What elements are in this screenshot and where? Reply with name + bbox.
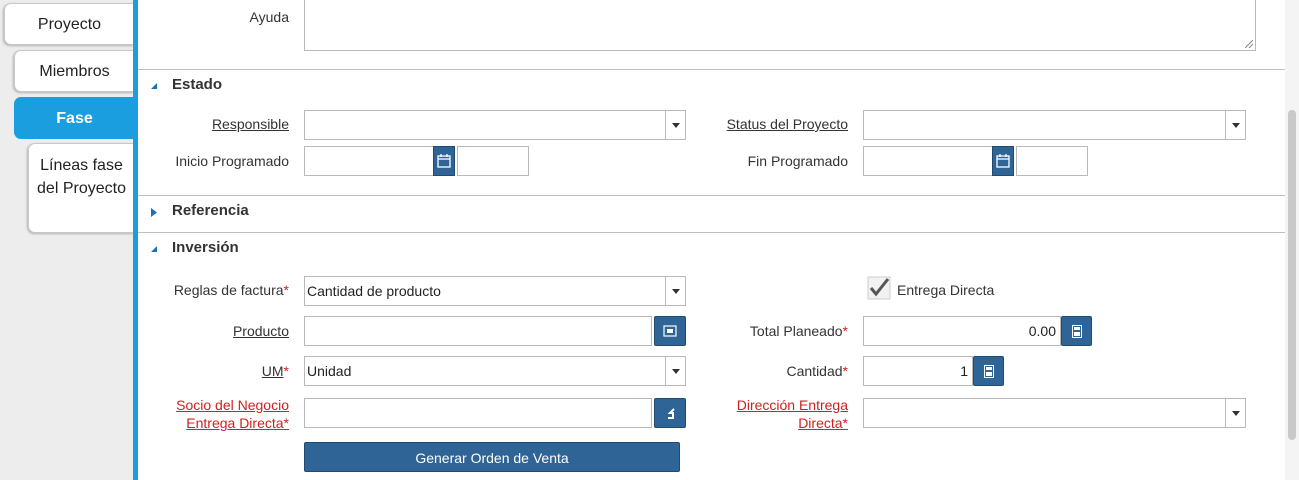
required-marker: *	[283, 282, 289, 298]
cantidad-label: Cantidad*	[698, 363, 849, 379]
label-line-1: Socio del Negocio	[176, 397, 289, 413]
entrega-directa-checkbox[interactable]	[867, 276, 891, 300]
label-line-2: Directa	[798, 415, 843, 431]
cantidad-input[interactable]: 1	[863, 356, 973, 386]
total-planeado-calculator-button[interactable]	[1061, 316, 1092, 346]
direccion-entrega-select[interactable]	[863, 398, 1246, 428]
calendar-icon	[996, 154, 1010, 168]
required-marker: *	[283, 363, 289, 379]
collapse-triangle-icon	[151, 246, 157, 252]
label-line-2: Entrega Directa	[186, 415, 284, 431]
status-proyecto-select[interactable]	[863, 110, 1246, 140]
total-planeado-label: Total Planeado*	[698, 323, 848, 339]
fin-time-input[interactable]	[1016, 146, 1088, 176]
inicio-time-input[interactable]	[457, 146, 529, 176]
label-line-1: Dirección Entrega	[736, 397, 848, 413]
socio-negocio-label[interactable]: Socio del Negocio Entrega Directa*	[138, 396, 289, 432]
tab-label: Proyecto	[37, 16, 102, 33]
fin-programado-label: Fin Programado	[747, 153, 848, 169]
label-text: Reglas de factura	[173, 282, 284, 298]
expand-triangle-icon	[151, 208, 157, 217]
um-label: UM*	[138, 363, 289, 379]
inicio-programado-label: Inicio Programado	[175, 153, 289, 169]
cantidad-calculator-button[interactable]	[973, 356, 1004, 386]
section-divider	[138, 232, 1285, 233]
collapse-triangle-icon	[151, 83, 157, 89]
producto-search-button[interactable]	[654, 316, 686, 346]
producto-label[interactable]: Producto	[138, 323, 289, 339]
inicio-calendar-button[interactable]	[433, 146, 455, 176]
chevron-down-icon[interactable]	[665, 111, 685, 139]
select-value: Cantidad de producto	[307, 283, 441, 299]
reglas-factura-label: Reglas de factura*	[138, 282, 289, 298]
checkmark-icon	[867, 276, 891, 300]
ayuda-label: Ayuda	[249, 9, 289, 25]
required-marker: *	[283, 415, 289, 431]
section-divider	[138, 69, 1285, 70]
tab-label: Fase	[56, 110, 93, 127]
producto-input[interactable]	[304, 316, 652, 346]
form-panel: Ayuda Estado Responsible Status del Proy…	[138, 0, 1285, 480]
resize-grip-icon[interactable]	[1245, 40, 1253, 48]
required-marker: *	[842, 323, 848, 339]
label-text: Cantidad	[786, 363, 843, 379]
scrollbar-thumb[interactable]	[1288, 110, 1296, 440]
label-text[interactable]: UM	[262, 363, 284, 379]
direccion-entrega-label[interactable]: Dirección Entrega Directa*	[698, 396, 848, 432]
section-inversion-title: Inversión	[172, 239, 239, 256]
generar-orden-venta-button[interactable]: Generar Orden de Venta	[304, 442, 680, 472]
fin-date-input[interactable]	[863, 146, 993, 176]
chevron-down-icon[interactable]	[665, 277, 685, 305]
chevron-down-icon[interactable]	[1225, 111, 1245, 139]
um-select[interactable]: Unidad	[304, 356, 686, 386]
select-value: Unidad	[307, 363, 352, 379]
status-proyecto-label[interactable]: Status del Proyecto	[698, 116, 848, 132]
responsible-select[interactable]	[304, 110, 686, 140]
calculator-icon	[1071, 324, 1082, 338]
undo-arrow-icon	[667, 408, 675, 419]
tab-label: Miembros	[39, 63, 110, 80]
tab-strip: Proyecto Miembros Fase Líneas fase del P…	[0, 0, 138, 480]
vertical-scrollbar[interactable]	[1285, 0, 1299, 480]
tab-lineas-fase[interactable]: Líneas fase del Proyecto	[28, 143, 134, 233]
calculator-icon	[983, 364, 994, 378]
required-marker: *	[842, 415, 848, 431]
calendar-icon	[437, 154, 451, 168]
total-planeado-input[interactable]: 0.00	[863, 316, 1061, 346]
reglas-factura-select[interactable]: Cantidad de producto	[304, 276, 686, 306]
socio-negocio-search-button[interactable]	[654, 398, 686, 428]
product-lookup-icon	[663, 325, 677, 337]
tab-fase[interactable]: Fase	[14, 97, 134, 139]
entrega-directa-label: Entrega Directa	[897, 282, 995, 298]
responsible-label[interactable]: Responsible	[138, 116, 289, 132]
section-divider	[138, 195, 1285, 196]
chevron-down-icon[interactable]	[665, 357, 685, 385]
required-marker: *	[842, 363, 848, 379]
ayuda-textarea[interactable]	[304, 0, 1256, 51]
section-estado-title: Estado	[172, 76, 223, 93]
socio-negocio-input[interactable]	[304, 398, 652, 428]
fin-calendar-button[interactable]	[992, 146, 1014, 176]
tab-label: Líneas fase del Proyecto	[37, 157, 126, 197]
label-text: Total Planeado	[749, 323, 843, 339]
tab-proyecto[interactable]: Proyecto	[4, 3, 134, 45]
inicio-date-input[interactable]	[304, 146, 434, 176]
section-referencia-title: Referencia	[172, 202, 249, 219]
chevron-down-icon[interactable]	[1225, 399, 1245, 427]
tab-miembros[interactable]: Miembros	[14, 50, 134, 92]
